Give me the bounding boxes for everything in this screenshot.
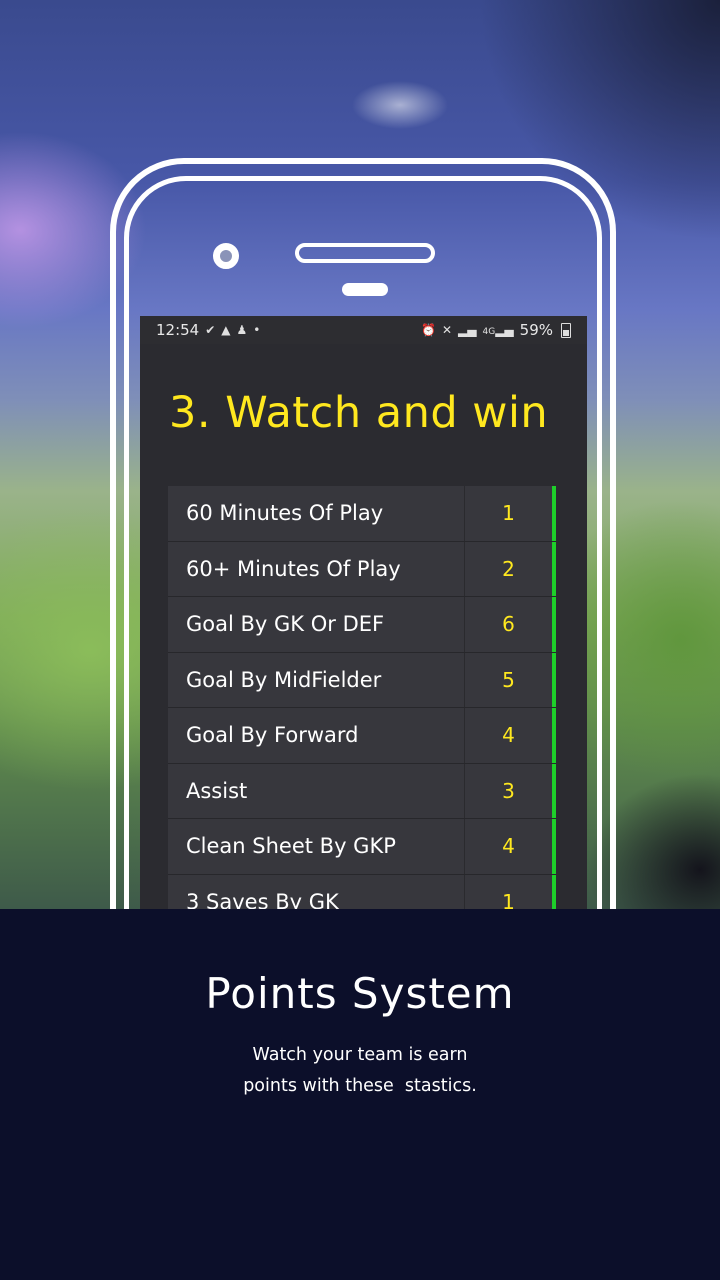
dot-icon: • bbox=[253, 323, 261, 337]
promo-panel: Points System Watch your team is earn po… bbox=[0, 909, 720, 1280]
alarm-icon: ⏰ bbox=[421, 323, 436, 337]
table-row: 3 Saves By GK 1 bbox=[168, 874, 556, 910]
row-points: 3 bbox=[502, 778, 515, 803]
table-row: Goal By GK Or DEF 6 bbox=[168, 597, 556, 653]
row-indicator-bar bbox=[552, 597, 556, 652]
speaker-grille bbox=[295, 243, 435, 263]
row-points: 1 bbox=[502, 889, 515, 910]
battery-percent: 59% bbox=[519, 321, 553, 339]
promo-line-2: points with these stastics. bbox=[243, 1076, 477, 1096]
table-row: 60 Minutes Of Play 1 bbox=[168, 486, 556, 542]
mute-icon: ✕ bbox=[441, 323, 453, 337]
battery-icon bbox=[561, 322, 571, 338]
network-label: 4G bbox=[482, 327, 496, 337]
row-indicator-bar bbox=[552, 541, 556, 596]
table-row: Assist 3 bbox=[168, 763, 556, 819]
row-points: 4 bbox=[502, 723, 515, 748]
promo-line-1: Watch your team is earn bbox=[252, 1045, 468, 1065]
drive-icon: ▲ bbox=[221, 323, 231, 337]
table-row: 60+ Minutes Of Play 2 bbox=[168, 541, 556, 597]
status-time: 12:54 bbox=[156, 321, 200, 339]
row-indicator-bar bbox=[552, 708, 556, 763]
row-indicator-bar bbox=[552, 874, 556, 910]
row-label: 3 Saves By GK bbox=[168, 874, 465, 910]
row-label: Goal By Forward bbox=[168, 708, 465, 763]
row-points: 6 bbox=[502, 612, 515, 637]
proximity-sensor bbox=[342, 283, 388, 296]
table-row: Goal By Forward 4 bbox=[168, 708, 556, 764]
promo-description: Watch your team is earn points with thes… bbox=[200, 1040, 520, 1102]
check-circle-icon: ✔ bbox=[205, 323, 216, 337]
row-indicator-bar bbox=[552, 763, 556, 818]
row-label: 60+ Minutes Of Play bbox=[168, 541, 465, 596]
app-notification-icon: ♟ bbox=[236, 323, 248, 337]
signal-icon: ▂▄ bbox=[458, 323, 477, 337]
row-points: 4 bbox=[502, 834, 515, 859]
row-label: Goal By GK Or DEF bbox=[168, 597, 465, 652]
row-indicator-bar bbox=[552, 486, 556, 541]
screen-title: 3. Watch and win bbox=[169, 388, 549, 438]
status-bar: 12:54 ✔ ▲ ♟ • ⏰ ✕ ▂▄ 4G▂▄ 59% bbox=[140, 316, 587, 344]
table-row: Clean Sheet By GKP 4 bbox=[168, 819, 556, 875]
row-points: 1 bbox=[502, 501, 515, 526]
row-points: 2 bbox=[502, 556, 515, 581]
points-table: 60 Minutes Of Play 1 60+ Minutes Of Play… bbox=[168, 486, 556, 910]
camera-icon bbox=[213, 243, 239, 269]
row-indicator-bar bbox=[552, 652, 556, 707]
row-points: 5 bbox=[502, 667, 515, 692]
row-label: Assist bbox=[168, 763, 465, 818]
4g-signal-icon: 4G▂▄ bbox=[482, 323, 514, 337]
row-label: Goal By MidFielder bbox=[168, 652, 465, 707]
promo-heading: Points System bbox=[205, 969, 515, 1018]
row-label: 60 Minutes Of Play bbox=[168, 486, 465, 541]
phone-screen: 12:54 ✔ ▲ ♟ • ⏰ ✕ ▂▄ 4G▂▄ 59% 3. Watch a… bbox=[140, 316, 587, 910]
table-row: Goal By MidFielder 5 bbox=[168, 652, 556, 708]
row-indicator-bar bbox=[552, 819, 556, 874]
row-label: Clean Sheet By GKP bbox=[168, 819, 465, 874]
